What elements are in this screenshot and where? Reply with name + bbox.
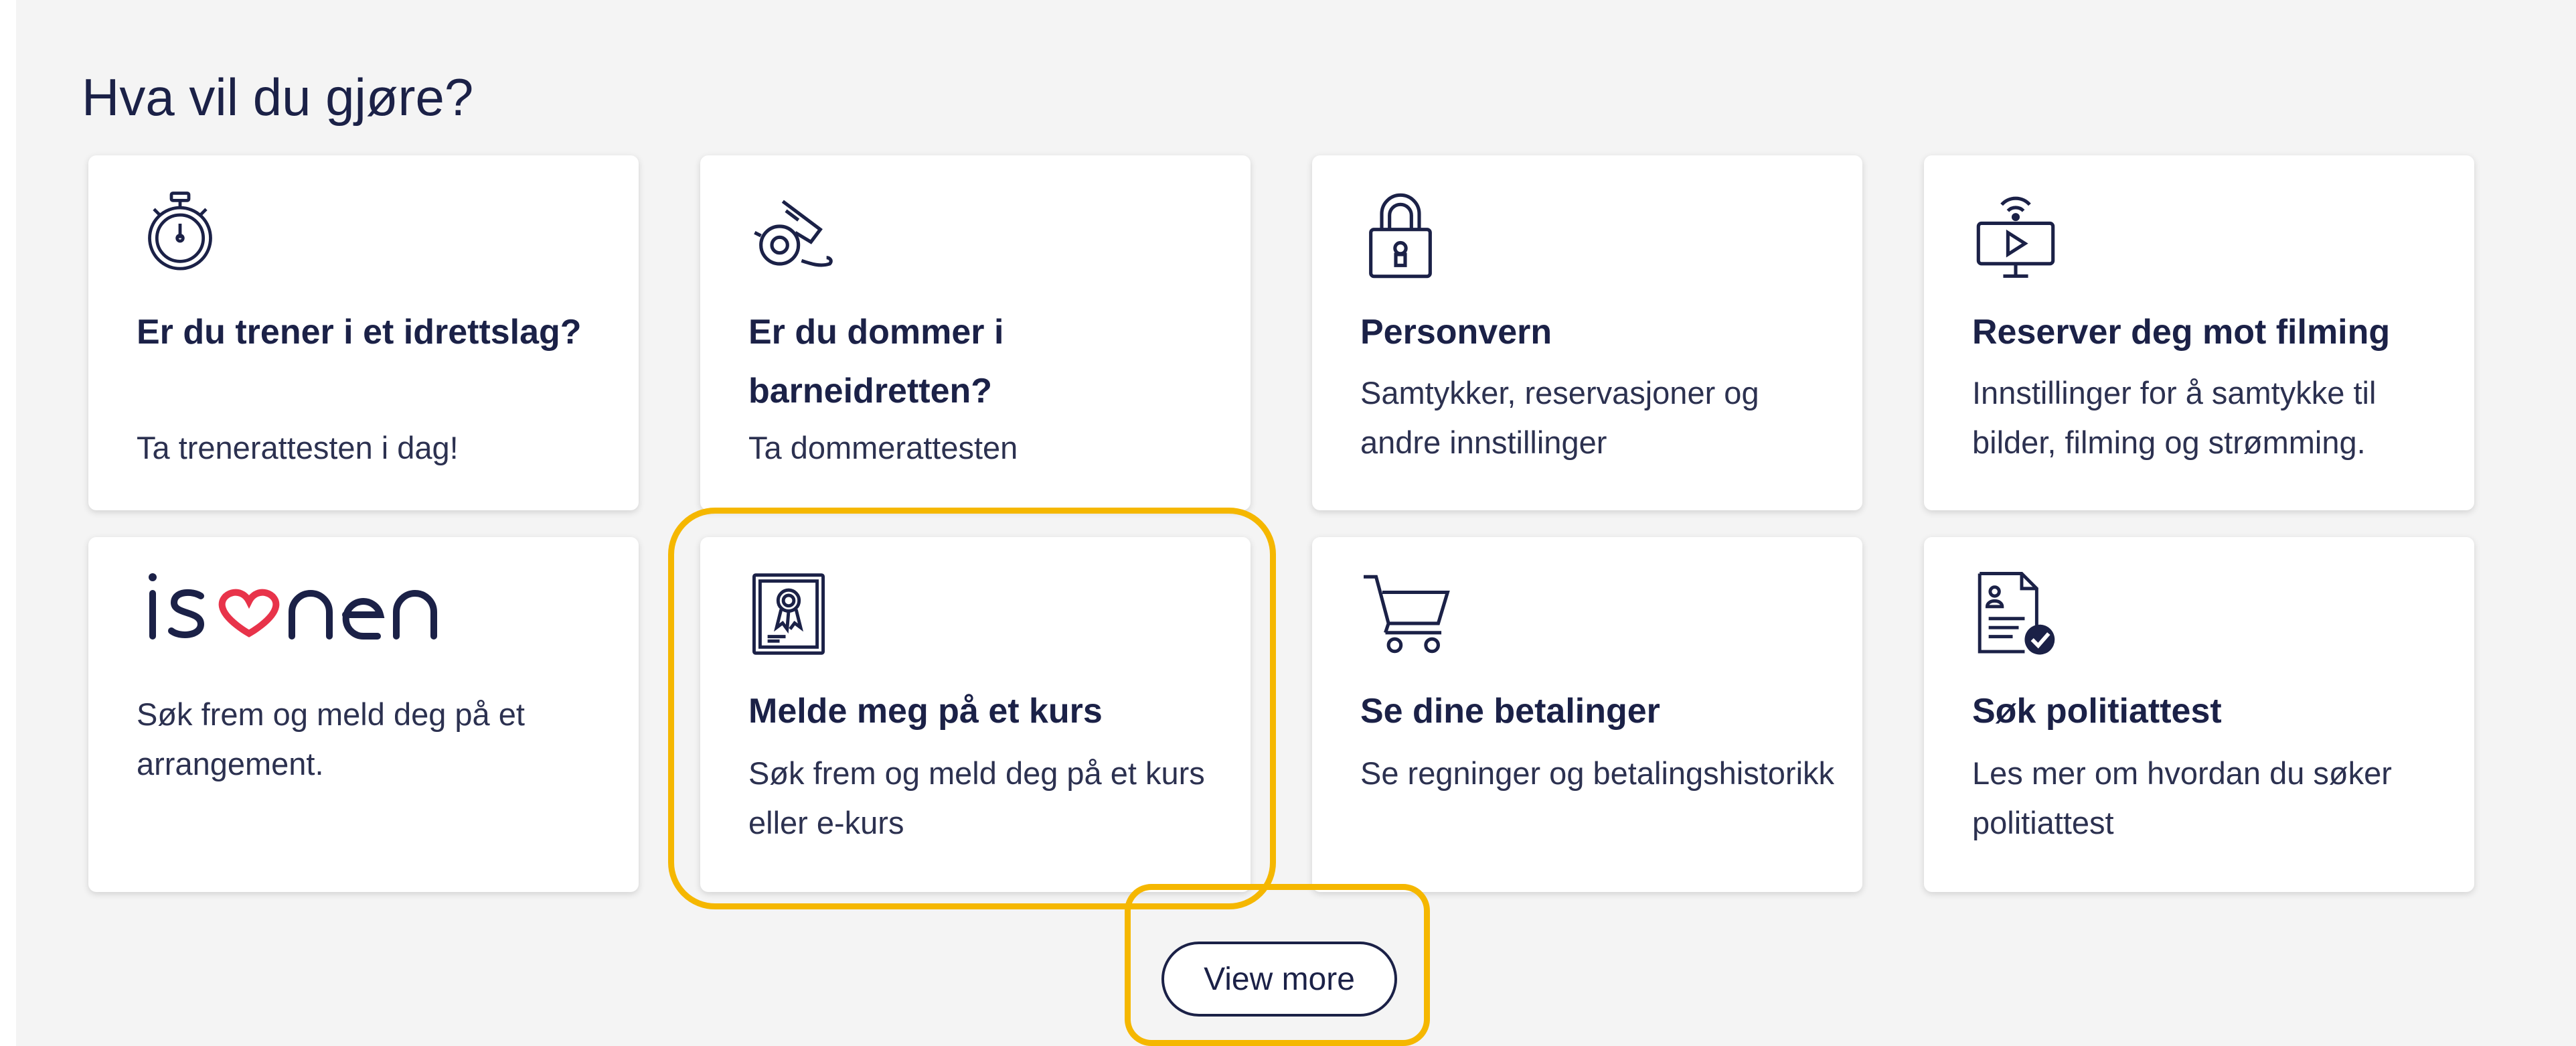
- document-check-icon: [1972, 571, 2059, 658]
- whistle-icon: [748, 189, 842, 283]
- card-title: Se dine betalinger: [1360, 692, 1660, 731]
- streaming-screen-icon: [1972, 189, 2059, 283]
- card-referee-certificate[interactable]: Er du dommer i barneidretten? Ta dommera…: [700, 155, 1251, 510]
- card-title: Reserver deg mot filming: [1972, 313, 2391, 352]
- card-description: Se regninger og betalingshistorikk: [1360, 755, 1835, 791]
- padlock-icon: [1360, 189, 1441, 283]
- card-coach-certificate[interactable]: Er du trener i et idrettslag? Ta trenera…: [88, 155, 639, 510]
- action-grid: Er du trener i et idrettslag? Ta trenera…: [0, 0, 2576, 1046]
- card-description: Søk frem og meld deg på et kurs eller e-…: [748, 755, 1205, 840]
- card-description: Les mer om hvordan du søker politiattest: [1972, 755, 2392, 840]
- card-title: Personvern: [1360, 313, 1552, 352]
- certificate-icon: [748, 571, 829, 658]
- card-police-certificate[interactable]: Søk politiattest Les mer om hvordan du s…: [1924, 537, 2474, 892]
- card-title: Er du dommer i barneidretten?: [748, 313, 1004, 410]
- card-description: Søk frem og meld deg på et arrangement.: [137, 696, 525, 781]
- card-title: Melde meg på et kurs: [748, 692, 1103, 731]
- view-more-button[interactable]: View more: [1161, 942, 1397, 1017]
- card-payments[interactable]: Se dine betalinger Se regninger og betal…: [1312, 537, 1862, 892]
- isonen-logo: [142, 567, 463, 650]
- card-title: Er du trener i et idrettslag?: [137, 313, 582, 352]
- card-isonen[interactable]: Søk frem og meld deg på et arrangement.: [88, 537, 639, 892]
- card-course-signup[interactable]: Melde meg på et kurs Søk frem og meld de…: [700, 537, 1251, 892]
- card-title: Søk politiattest: [1972, 692, 2222, 731]
- card-reserve-filming[interactable]: Reserver deg mot filming Innstillinger f…: [1924, 155, 2474, 510]
- card-privacy[interactable]: Personvern Samtykker, reservasjoner og a…: [1312, 155, 1862, 510]
- card-description: Ta trenerattesten i dag!: [137, 430, 459, 465]
- card-description: Ta dommerattesten: [748, 430, 1018, 465]
- stopwatch-icon: [137, 189, 224, 276]
- card-description: Innstillinger for å samtykke til bilder,…: [1972, 375, 2377, 460]
- shopping-cart-icon: [1360, 571, 1454, 658]
- card-description: Samtykker, reservasjoner og andre innsti…: [1360, 375, 1759, 460]
